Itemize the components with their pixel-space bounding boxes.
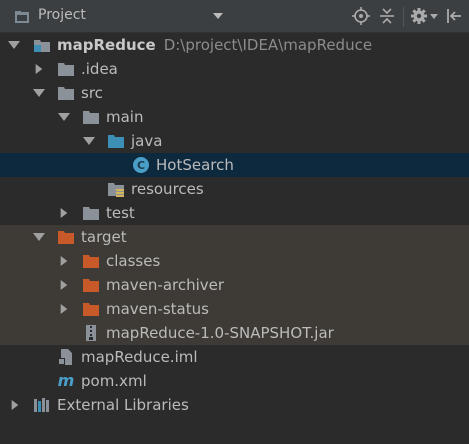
tree-item-label: java: [131, 132, 163, 150]
project-root-label: mapReduce D:\project\IDEA\mapReduce: [57, 36, 372, 54]
chevron-down-icon[interactable]: [83, 136, 95, 146]
tree-item-label: .idea: [81, 60, 118, 78]
toolbar-separator: [403, 7, 404, 27]
iml-file-icon: [58, 349, 72, 365]
locate-target-icon[interactable]: [352, 7, 370, 25]
tree-item-label: pom.xml: [81, 372, 147, 390]
tree-item-maven-status[interactable]: maven-status: [0, 297, 469, 321]
excluded-folder-icon: [83, 303, 99, 316]
chevron-down-icon[interactable]: [212, 11, 224, 21]
chevron-right-icon[interactable]: [9, 400, 21, 410]
tree-item-src[interactable]: src: [0, 81, 469, 105]
project-tool-window-header: Project: [0, 0, 469, 33]
source-folder-icon: [108, 135, 124, 148]
tree-item-iml[interactable]: mapReduce.iml: [0, 345, 469, 369]
resources-folder-icon: [108, 183, 124, 197]
view-selector-label[interactable]: Project: [38, 7, 86, 23]
tree-item-label: target: [81, 228, 127, 246]
chevron-right-icon[interactable]: [58, 304, 70, 314]
tree-item-project-root[interactable]: mapReduce D:\project\IDEA\mapReduce: [0, 33, 469, 57]
tree-item-label: main: [106, 108, 144, 126]
hide-panel-icon[interactable]: [445, 7, 463, 25]
tree-item-target[interactable]: target: [0, 225, 469, 249]
tree-item-label: maven-status: [106, 300, 209, 318]
folder-icon: [58, 87, 74, 100]
tree-item-hotsearch[interactable]: C HotSearch: [0, 153, 469, 177]
collapse-all-icon[interactable]: [378, 7, 396, 25]
chevron-right-icon[interactable]: [58, 256, 70, 266]
gear-icon[interactable]: [410, 7, 428, 25]
java-class-icon: C: [133, 157, 149, 173]
module-folder-icon: [34, 40, 50, 52]
tree-item-classes[interactable]: classes: [0, 249, 469, 273]
chevron-right-icon[interactable]: [58, 280, 70, 290]
tree-item-label: mapReduce.iml: [81, 348, 198, 366]
tree-item-java[interactable]: java: [0, 129, 469, 153]
tree-item-external-libraries[interactable]: External Libraries: [0, 393, 469, 417]
project-path: D:\project\IDEA\mapReduce: [163, 36, 373, 54]
jar-file-icon: [86, 325, 96, 341]
chevron-down-icon[interactable]: [33, 88, 45, 98]
tree-item-label: maven-archiver: [106, 276, 225, 294]
tree-item-maven-archiver[interactable]: maven-archiver: [0, 273, 469, 297]
gear-dropdown-icon[interactable]: [430, 12, 438, 20]
chevron-down-icon[interactable]: [58, 112, 70, 122]
project-view-icon: [15, 11, 29, 23]
chevron-down-icon[interactable]: [33, 232, 45, 242]
excluded-folder-icon: [83, 279, 99, 292]
tree-item-label: External Libraries: [57, 396, 189, 414]
svg-text:m: m: [58, 372, 75, 390]
excluded-folder-icon: [83, 255, 99, 268]
maven-icon: m: [58, 372, 75, 390]
tree-item-idea[interactable]: .idea: [0, 57, 469, 81]
tree-item-label: resources: [131, 180, 204, 198]
folder-icon: [58, 63, 74, 76]
tree-item-resources[interactable]: resources: [0, 177, 469, 201]
tree-item-label: src: [81, 84, 103, 102]
tree-item-label: mapReduce-1.0-SNAPSHOT.jar: [106, 324, 334, 342]
chevron-down-icon[interactable]: [8, 40, 20, 50]
tree-item-pom[interactable]: m pom.xml: [0, 369, 469, 393]
tree-item-label: classes: [106, 252, 161, 270]
project-tree: mapReduce D:\project\IDEA\mapReduce .idea…: [0, 33, 469, 444]
tree-item-label: test: [106, 204, 135, 222]
folder-icon: [83, 207, 99, 220]
library-icon: [34, 398, 49, 412]
project-name: mapReduce: [57, 36, 156, 54]
excluded-folder-icon: [58, 231, 74, 244]
folder-icon: [83, 111, 99, 124]
svg-text:C: C: [137, 159, 145, 172]
tree-item-jar[interactable]: mapReduce-1.0-SNAPSHOT.jar: [0, 321, 469, 345]
chevron-right-icon[interactable]: [33, 64, 45, 74]
chevron-right-icon[interactable]: [58, 208, 70, 218]
tree-item-test[interactable]: test: [0, 201, 469, 225]
tree-item-label: HotSearch: [156, 156, 234, 174]
tree-item-main[interactable]: main: [0, 105, 469, 129]
